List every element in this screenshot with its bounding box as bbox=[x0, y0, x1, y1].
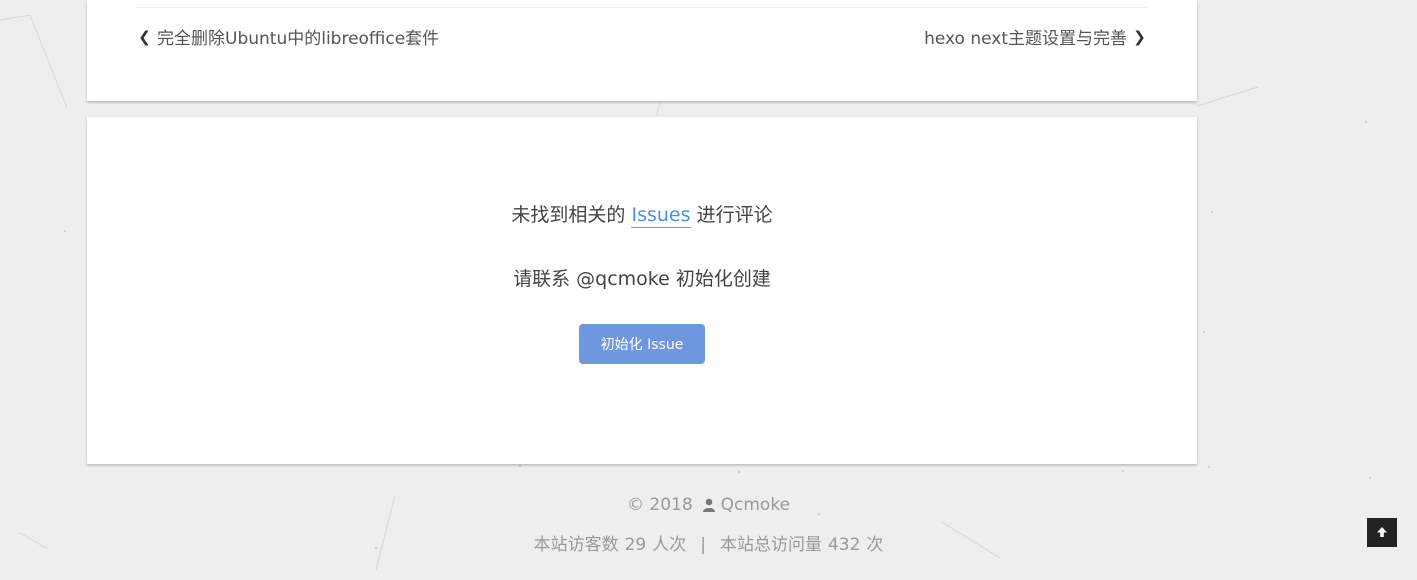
views-label: 本站总访问量 bbox=[719, 535, 822, 555]
issues-not-found-message: 未找到相关的 Issues 进行评论 bbox=[511, 204, 773, 228]
footer-copyright: © 2018 Qcmoke bbox=[0, 495, 1417, 517]
post-navigation-card: ❮ 完全删除Ubuntu中的libreoffice套件 hexo next主题设… bbox=[87, 0, 1197, 101]
arrow-up-icon bbox=[1376, 523, 1388, 542]
visitors-label: 本站访客数 bbox=[533, 535, 619, 555]
footer-separator: | bbox=[700, 535, 706, 555]
author-name: Qcmoke bbox=[720, 495, 791, 515]
chevron-right-icon: ❯ bbox=[1133, 27, 1146, 46]
comments-card: 未找到相关的 Issues 进行评论 请联系 @qcmoke 初始化创建 初始化… bbox=[87, 117, 1197, 464]
chevron-left-icon: ❮ bbox=[138, 27, 151, 46]
back-to-top-button[interactable] bbox=[1367, 518, 1397, 547]
post-divider bbox=[137, 7, 1147, 8]
user-icon bbox=[702, 497, 715, 517]
init-issue-button[interactable]: 初始化 Issue bbox=[579, 324, 705, 364]
prev-post-title[interactable]: 完全删除Ubuntu中的libreoffice套件 bbox=[157, 24, 439, 49]
issues-link[interactable]: Issues bbox=[631, 204, 691, 228]
visitors-count: 29 bbox=[624, 535, 647, 555]
owner-handle: @qcmoke bbox=[576, 268, 670, 290]
next-post-title[interactable]: hexo next主题设置与完善 bbox=[924, 24, 1127, 49]
prev-post-link[interactable]: ❮ 完全删除Ubuntu中的libreoffice套件 bbox=[137, 24, 439, 50]
footer-stats: 本站访客数 29 人次 | 本站总访问量 432 次 bbox=[0, 530, 1417, 555]
views-unit: 次 bbox=[866, 535, 884, 555]
next-post-link[interactable]: hexo next主题设置与完善 ❯ bbox=[924, 24, 1147, 50]
visitors-unit: 人次 bbox=[652, 535, 687, 555]
views-count: 432 bbox=[827, 535, 861, 555]
copyright-text: © 2018 bbox=[626, 495, 693, 515]
contact-owner-message: 请联系 @qcmoke 初始化创建 bbox=[513, 268, 771, 290]
